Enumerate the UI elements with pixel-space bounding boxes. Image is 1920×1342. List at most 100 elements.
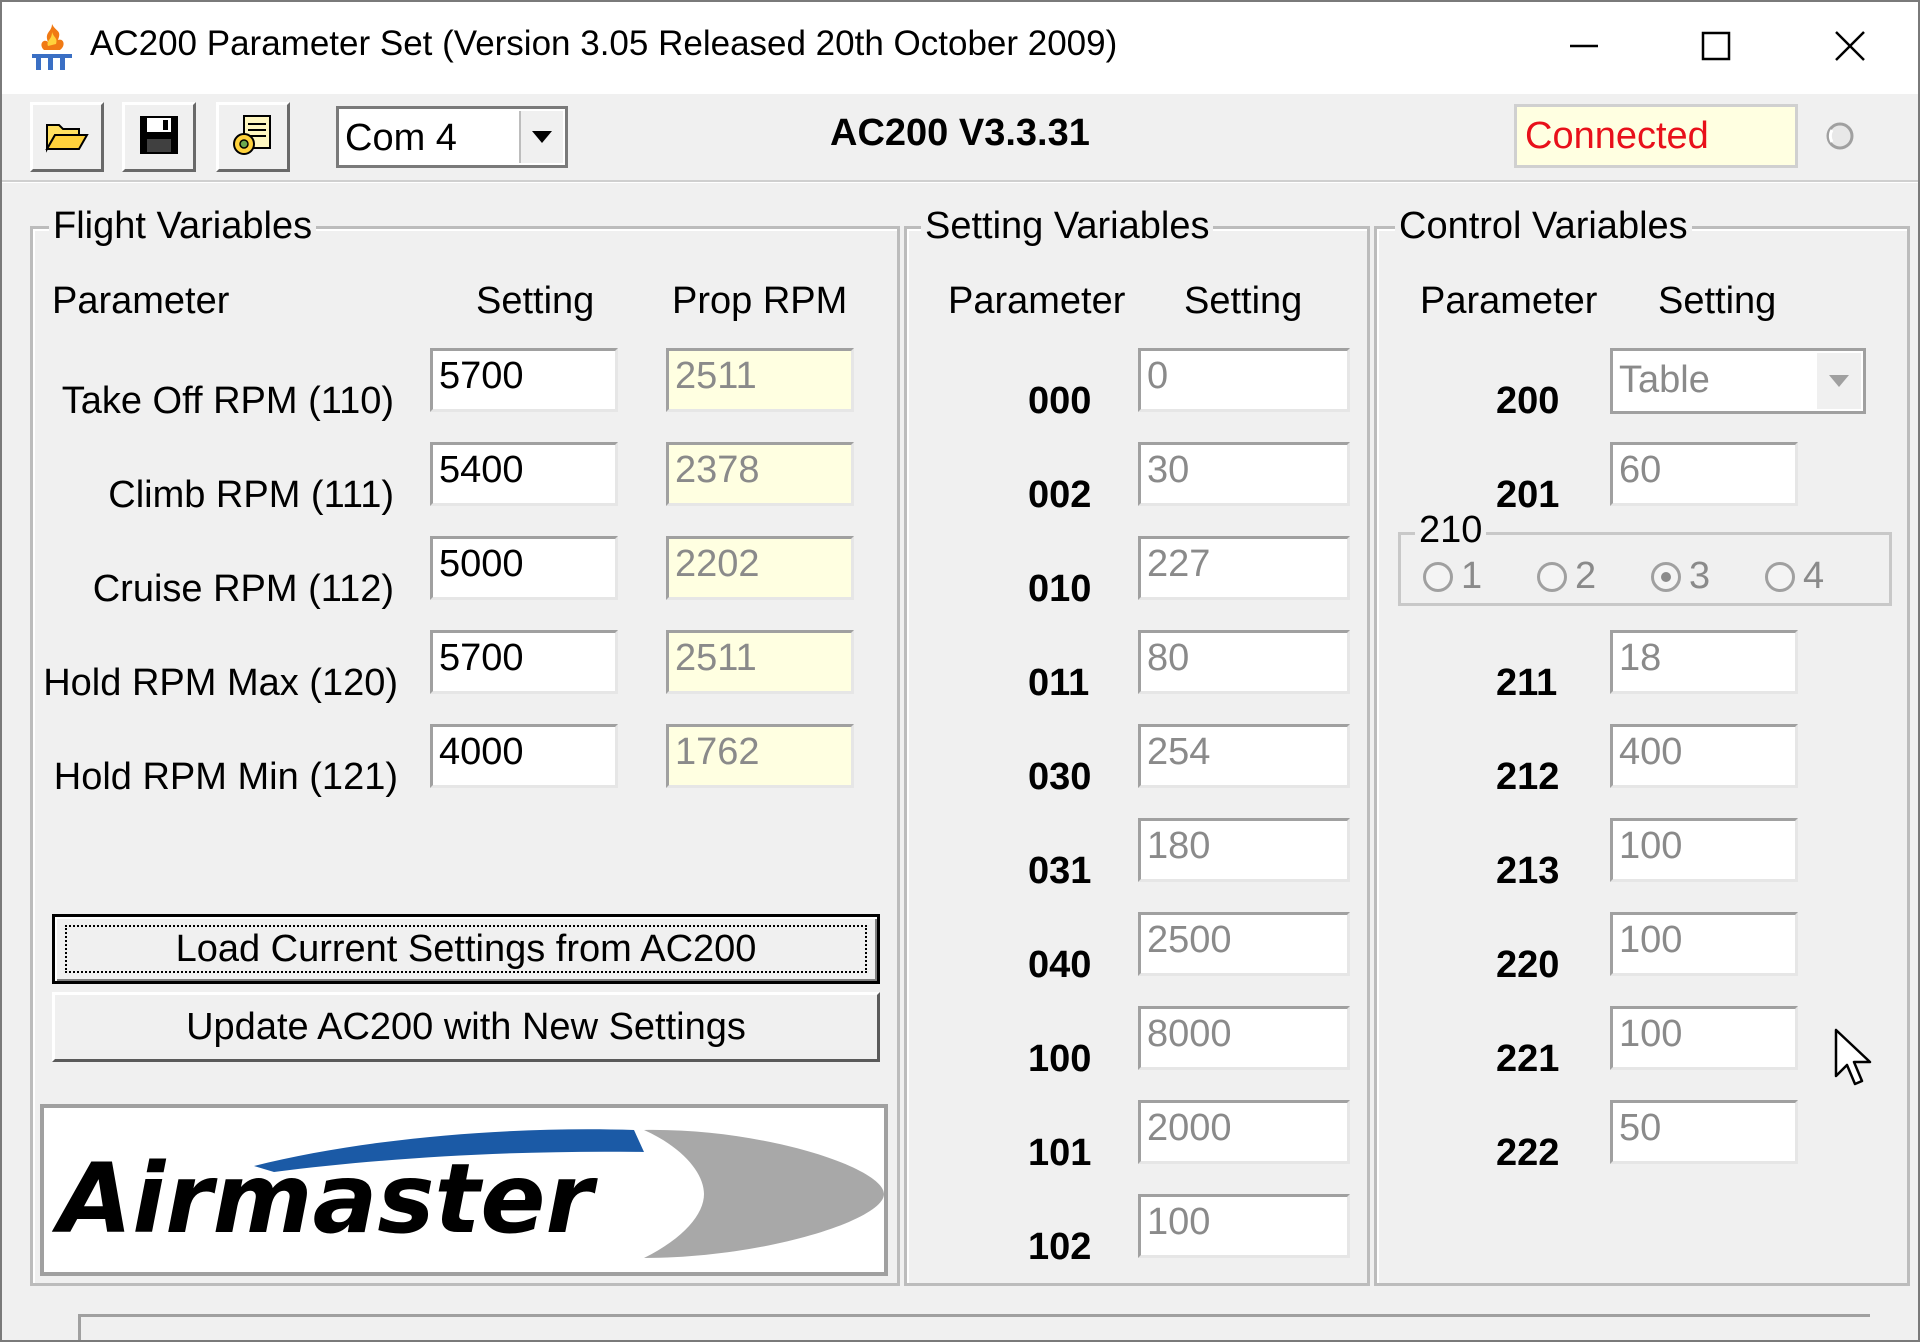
minimize-button[interactable] — [1518, 2, 1650, 94]
radio-option-2-label: 2 — [1575, 555, 1597, 597]
hold-rpm-min-label: Hold RPM Min (121) — [53, 756, 398, 798]
chevron-down-icon[interactable] — [519, 111, 563, 163]
param-040-label: 040 — [1028, 944, 1092, 986]
param-101-input[interactable]: 2000 — [1138, 1100, 1350, 1164]
com-port-value: Com 4 — [345, 117, 457, 159]
param-031-input[interactable]: 180 — [1138, 818, 1350, 882]
focus-rectangle — [65, 925, 867, 973]
param-031-label: 031 — [1028, 850, 1092, 892]
chevron-down-icon[interactable] — [1817, 353, 1861, 409]
hold-min-prop-rpm: 1762 — [666, 724, 854, 788]
flight-header-prop-rpm: Prop RPM — [672, 280, 848, 322]
close-button[interactable] — [1784, 2, 1916, 94]
parameters-button[interactable] — [216, 102, 290, 172]
folder-open-icon — [45, 117, 89, 158]
save-button[interactable] — [122, 102, 196, 172]
param-220-label: 220 — [1496, 944, 1560, 986]
radio-option-3-label: 3 — [1689, 555, 1711, 597]
param-002-input[interactable]: 30 — [1138, 442, 1350, 506]
param-102-label: 102 — [1028, 1226, 1092, 1268]
setting-header-parameter: Parameter — [948, 280, 1126, 322]
param-010-label: 010 — [1028, 568, 1092, 610]
window-title: AC200 Parameter Set (Version 3.05 Releas… — [90, 24, 1118, 63]
param-213-input[interactable]: 100 — [1610, 818, 1798, 882]
param-222-input[interactable]: 50 — [1610, 1100, 1798, 1164]
radio-option-4[interactable]: 4 — [1765, 555, 1824, 598]
param-220-input[interactable]: 100 — [1610, 912, 1798, 976]
connection-status-box: Connected — [1514, 104, 1798, 168]
param-002-label: 002 — [1028, 474, 1092, 516]
take-off-rpm-input[interactable]: 5700 — [430, 348, 618, 412]
param-222-label: 222 — [1496, 1132, 1560, 1174]
minimize-icon — [1569, 31, 1599, 66]
param-000-label: 000 — [1028, 380, 1092, 422]
setting-variables-title: Setting Variables — [921, 205, 1214, 248]
app-window: AC200 Parameter Set (Version 3.05 Releas… — [0, 0, 1920, 1342]
radio-option-4-label: 4 — [1803, 555, 1825, 597]
floppy-disk-icon — [137, 113, 181, 162]
update-settings-button[interactable]: Update AC200 with New Settings — [52, 992, 880, 1062]
load-settings-button[interactable]: Load Current Settings from AC200 — [52, 914, 880, 984]
hold-max-prop-rpm: 2511 — [666, 630, 854, 694]
flight-variables-title: Flight Variables — [49, 205, 317, 248]
param-030-input[interactable]: 254 — [1138, 724, 1350, 788]
device-version-label: AC200 V3.3.31 — [830, 112, 1090, 154]
maximize-icon — [1701, 31, 1731, 66]
param-201-input[interactable]: 60 — [1610, 442, 1798, 506]
radio-option-1-label: 1 — [1461, 555, 1483, 597]
update-settings-label: Update AC200 with New Settings — [186, 1005, 746, 1048]
radio-selected-icon — [1651, 561, 1681, 592]
climb-rpm-input[interactable]: 5400 — [430, 442, 618, 506]
param-200-select[interactable]: Table — [1610, 348, 1866, 414]
activity-indicator-icon — [1824, 120, 1856, 152]
radio-circle-icon — [1537, 561, 1567, 592]
connection-status-text: Connected — [1525, 115, 1709, 157]
title-bar: AC200 Parameter Set (Version 3.05 Releas… — [2, 2, 1918, 94]
param-100-input[interactable]: 8000 — [1138, 1006, 1350, 1070]
toolbar-separator — [2, 180, 1918, 183]
airmaster-logo-frame: Airmaster — [40, 1104, 888, 1276]
radio-option-1[interactable]: 1 — [1423, 555, 1482, 598]
param-100-label: 100 — [1028, 1038, 1092, 1080]
param-211-label: 211 — [1496, 662, 1558, 704]
param-101-label: 101 — [1028, 1132, 1092, 1174]
param-211-input[interactable]: 18 — [1610, 630, 1798, 694]
flight-header-setting: Setting — [476, 280, 595, 322]
control-variables-title: Control Variables — [1395, 205, 1692, 248]
param-010-input[interactable]: 227 — [1138, 536, 1350, 600]
radio-circle-icon — [1765, 561, 1795, 592]
param-200-value: Table — [1619, 359, 1710, 401]
climb-prop-rpm: 2378 — [666, 442, 854, 506]
document-settings-icon — [230, 112, 276, 163]
radio-option-2[interactable]: 2 — [1537, 555, 1596, 598]
close-icon — [1834, 30, 1866, 67]
com-port-select[interactable]: Com 4 — [336, 106, 568, 168]
param-213-label: 213 — [1496, 850, 1560, 892]
status-bar — [78, 1314, 1870, 1340]
param-030-label: 030 — [1028, 756, 1092, 798]
radio-option-3[interactable]: 3 — [1651, 555, 1710, 598]
cruise-rpm-input[interactable]: 5000 — [430, 536, 618, 600]
setting-header-setting: Setting — [1184, 280, 1303, 322]
hold-rpm-min-input[interactable]: 4000 — [430, 724, 618, 788]
param-200-label: 200 — [1496, 380, 1560, 422]
param-040-input[interactable]: 2500 — [1138, 912, 1350, 976]
airmaster-logo: Airmaster — [51, 1129, 884, 1258]
param-011-input[interactable]: 80 — [1138, 630, 1350, 694]
maximize-button[interactable] — [1650, 2, 1782, 94]
take-off-rpm-label: Take Off RPM (110) — [61, 380, 394, 422]
mouse-cursor-icon — [1834, 1028, 1874, 1090]
param-221-input[interactable]: 100 — [1610, 1006, 1798, 1070]
param-201-label: 201 — [1496, 474, 1560, 516]
hold-rpm-max-input[interactable]: 5700 — [430, 630, 618, 694]
param-212-input[interactable]: 400 — [1610, 724, 1798, 788]
param-102-input[interactable]: 100 — [1138, 1194, 1350, 1258]
open-file-button[interactable] — [30, 102, 104, 172]
param-011-label: 011 — [1028, 662, 1090, 704]
param-221-label: 221 — [1496, 1038, 1560, 1080]
hold-rpm-max-label: Hold RPM Max (120) — [43, 662, 398, 704]
param-000-input[interactable]: 0 — [1138, 348, 1350, 412]
climb-rpm-label: Climb RPM (111) — [108, 474, 394, 516]
take-off-prop-rpm: 2511 — [666, 348, 854, 412]
param-210-radio-group: 210 1 2 3 4 — [1398, 509, 1892, 606]
